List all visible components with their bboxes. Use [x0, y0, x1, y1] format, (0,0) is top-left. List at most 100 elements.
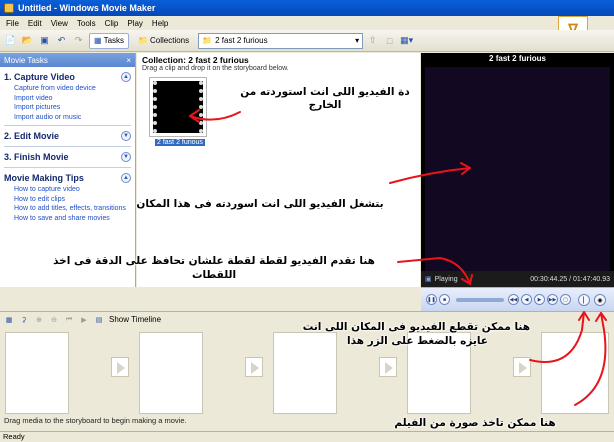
camera-icon: ◉ [597, 297, 603, 304]
link-tip-titles[interactable]: How to add titles, effects, transitions [4, 204, 131, 214]
split-clip-button[interactable]: ⎢ [578, 294, 590, 306]
seek-bar[interactable] [456, 297, 504, 302]
views-icon[interactable]: ▦▾ [400, 34, 413, 47]
take-picture-button[interactable]: ◉ [594, 294, 606, 306]
show-timeline-button[interactable]: Show Timeline [109, 315, 161, 324]
up-folder-icon[interactable]: ⇧ [366, 34, 379, 47]
fast-forward-icon[interactable]: ▶▶ [547, 294, 558, 305]
video-clip-thumbnail[interactable] [149, 77, 207, 137]
menu-tools[interactable]: Tools [77, 19, 96, 28]
chevron-down-icon: ▾ [355, 36, 360, 45]
collections-button[interactable]: 📁 Collections [133, 33, 194, 49]
transition-slot[interactable] [379, 357, 397, 377]
clip-annotation: دة الفيديو اللى انت استوردته من الخارج [230, 86, 420, 112]
storyboard-hint: Drag media to the storyboard to begin ma… [4, 416, 187, 425]
chevron-up-icon[interactable]: ▲ [121, 173, 131, 183]
link-tip-edit[interactable]: How to edit clips [4, 195, 131, 205]
menu-edit[interactable]: Edit [28, 19, 42, 28]
tips-label: Movie Making Tips [4, 173, 84, 183]
capture-video-label: 1. Capture Video [4, 72, 75, 82]
collection-title: Collection: 2 fast 2 furious [142, 55, 249, 65]
tasks-label: Tasks [103, 36, 125, 45]
stop-icon[interactable]: ■ [439, 294, 450, 305]
movie-tasks-header: Movie Tasks × [0, 53, 135, 67]
storyboard-slot[interactable] [541, 332, 609, 414]
collection-select[interactable]: 📁 2 fast 2 furious ▾ [198, 32, 364, 49]
rewind-storyboard-icon[interactable]: ⏮ [64, 313, 74, 326]
edit-movie-section: 2. Edit Movie ▼ [0, 126, 135, 147]
redo-icon[interactable]: ↷ [72, 34, 85, 47]
storyboard-slot[interactable] [139, 332, 203, 414]
link-tip-capture[interactable]: How to capture video [4, 185, 131, 195]
zoom-out-icon[interactable]: ⊖ [49, 313, 59, 326]
finish-movie-label: 3. Finish Movie [4, 152, 69, 162]
rewind-icon[interactable]: ◀◀ [508, 294, 519, 305]
zoom-in-icon[interactable]: ⊕ [34, 313, 44, 326]
tasks-icon: ▦ [94, 36, 102, 45]
save-project-icon[interactable]: ▣ [38, 34, 51, 47]
link-tip-save[interactable]: How to save and share movies [4, 214, 131, 224]
link-import-pictures[interactable]: Import pictures [4, 103, 131, 113]
collections-label: Collections [149, 36, 190, 45]
playback-status: ▣ Playing [425, 275, 458, 283]
video-clip-label[interactable]: 2 fast 2 furious [155, 139, 205, 146]
menu-help[interactable]: Help [152, 19, 168, 28]
timeline-icon[interactable]: ▤ [94, 313, 104, 326]
capture-video-title[interactable]: 1. Capture Video ▲ [4, 70, 131, 84]
menu-view[interactable]: View [51, 19, 68, 28]
full-screen-icon[interactable]: ▢ [560, 294, 571, 305]
undo-icon[interactable]: ↶ [55, 34, 68, 47]
preview-status-bar: ▣ Playing 00:30:44.25 / 01:47:40.93 [421, 271, 614, 287]
transition-slot[interactable] [245, 357, 263, 377]
storyboard-icon[interactable]: ▦ [4, 313, 14, 326]
transition-slot[interactable] [513, 357, 531, 377]
snapshot-annotation: هنا ممكن تاخذ صورة من الفيلم [394, 417, 556, 429]
movie-tasks-title: Movie Tasks [4, 55, 48, 65]
link-import-video[interactable]: Import video [4, 94, 131, 104]
frame-step-annotation: هنا تقدم الفيديو لقطة لقطة علشان تحافظ ع… [30, 254, 398, 282]
play-storyboard-icon[interactable]: ▶ [79, 313, 89, 326]
open-project-icon[interactable]: 📂 [21, 34, 34, 47]
next-frame-icon[interactable]: ▶ [534, 294, 545, 305]
link-import-audio[interactable]: Import audio or music [4, 113, 131, 123]
tasks-button[interactable]: ▦ Tasks [89, 32, 130, 49]
movie-maker-app-icon [4, 3, 14, 13]
narrate-icon[interactable]: ⚳ [19, 313, 29, 326]
capture-video-section: 1. Capture Video ▲ Capture from video dev… [0, 67, 135, 126]
preview-monitor: 2 fast 2 furious ▣ Playing 00:30:44.25 / … [421, 53, 614, 287]
split-annotation: هنا ممكن تقطع الفيديو فى المكان اللى انت… [303, 320, 530, 348]
frame-step-annotation-line2: اللقطات [191, 269, 237, 281]
split-annotation-line2: عايزه بالضغط على الزر هذا [347, 335, 488, 347]
storyboard-slot[interactable] [5, 332, 69, 414]
edit-movie-title[interactable]: 2. Edit Movie ▼ [4, 129, 131, 143]
collection-select-value: 2 fast 2 furious [215, 36, 268, 45]
playback-status-text: Playing [434, 276, 458, 283]
playback-time: 00:30:44.25 / 01:47:40.93 [530, 275, 610, 283]
close-icon[interactable]: × [126, 56, 131, 65]
movie-tasks-pane: Movie Tasks × 1. Capture Video ▲ Capture … [0, 53, 136, 287]
finish-movie-section: 3. Finish Movie ▼ [0, 147, 135, 168]
chevron-up-icon[interactable]: ▲ [121, 72, 131, 82]
window-title: Untitled - Windows Movie Maker [18, 3, 156, 13]
finish-movie-title[interactable]: 3. Finish Movie ▼ [4, 150, 131, 164]
preview-title: 2 fast 2 furious [489, 54, 546, 63]
status-bar: Ready [0, 431, 614, 442]
new-folder-icon[interactable]: □ [383, 34, 396, 47]
chevron-down-icon[interactable]: ▼ [121, 131, 131, 141]
collection-subtitle: Drag a clip and drop it on the storyboar… [142, 65, 289, 72]
link-capture-device[interactable]: Capture from video device [4, 84, 131, 94]
split-icon: ⎢ [582, 297, 586, 304]
tips-title[interactable]: Movie Making Tips ▲ [4, 171, 131, 185]
previous-frame-icon[interactable]: ◀ [521, 294, 532, 305]
chevron-down-icon[interactable]: ▼ [121, 152, 131, 162]
folder-icon: 📁 [202, 36, 213, 45]
menu-clip[interactable]: Clip [105, 19, 119, 28]
pause-icon[interactable]: ❚❚ [426, 294, 437, 305]
menu-file[interactable]: File [6, 19, 19, 28]
menu-play[interactable]: Play [127, 19, 143, 28]
toolbar: 📄 📂 ▣ ↶ ↷ ▦ Tasks 📁 Collections 📁 2 fast 2 … [0, 30, 614, 52]
collections-icon: 📁 [138, 36, 148, 45]
transition-slot[interactable] [111, 357, 129, 377]
preview-annotation: بتشغل الفيديو اللى انت اسوردته فى هذا ال… [136, 198, 384, 210]
new-project-icon[interactable]: 📄 [4, 34, 17, 47]
